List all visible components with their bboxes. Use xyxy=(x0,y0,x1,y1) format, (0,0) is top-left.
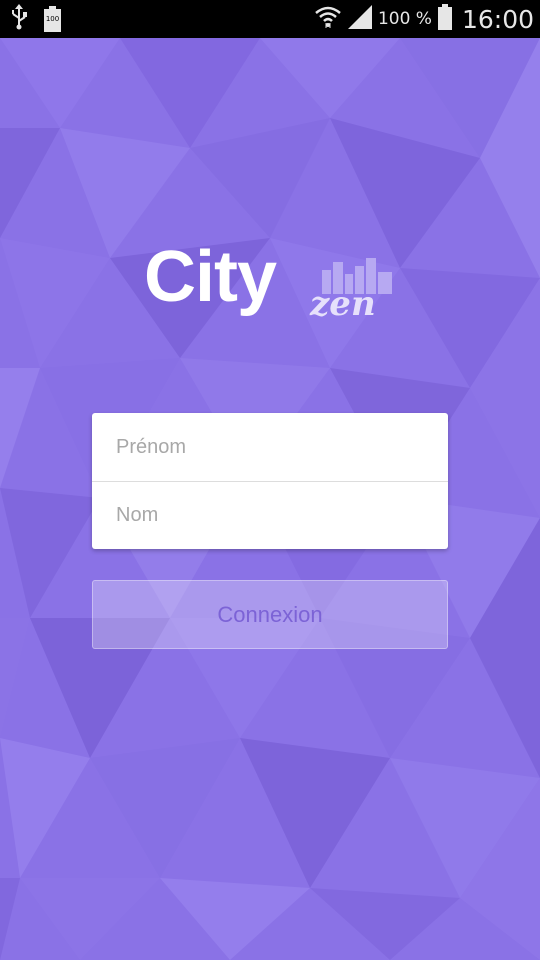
battery-percent: 100 % xyxy=(377,9,432,29)
battery-small-icon: 100 xyxy=(44,6,61,32)
wifi-icon xyxy=(314,4,342,35)
first-name-input[interactable] xyxy=(92,413,448,481)
first-name-field-container xyxy=(92,413,448,481)
logo-primary-text: City xyxy=(144,237,277,317)
login-button[interactable]: Connexion xyxy=(92,580,448,649)
cityzen-logo: City zen xyxy=(0,232,540,332)
battery-icon xyxy=(437,3,452,35)
logo-secondary-text: zen xyxy=(310,284,376,324)
last-name-field-container xyxy=(92,481,448,549)
last-name-input[interactable] xyxy=(92,482,448,549)
status-bar-left: 100 xyxy=(10,0,61,38)
status-bar: 100 100 % 16:00 xyxy=(0,0,540,38)
login-screen: 100 100 % 16:00 City zen Prénom Nom Conn… xyxy=(0,0,540,960)
status-bar-right: 100 % 16:00 xyxy=(314,0,534,38)
battery-small-label: 100 xyxy=(45,15,60,23)
login-form xyxy=(92,413,448,549)
signal-icon xyxy=(347,4,372,34)
clock: 16:00 xyxy=(461,4,534,34)
usb-icon xyxy=(10,3,28,35)
